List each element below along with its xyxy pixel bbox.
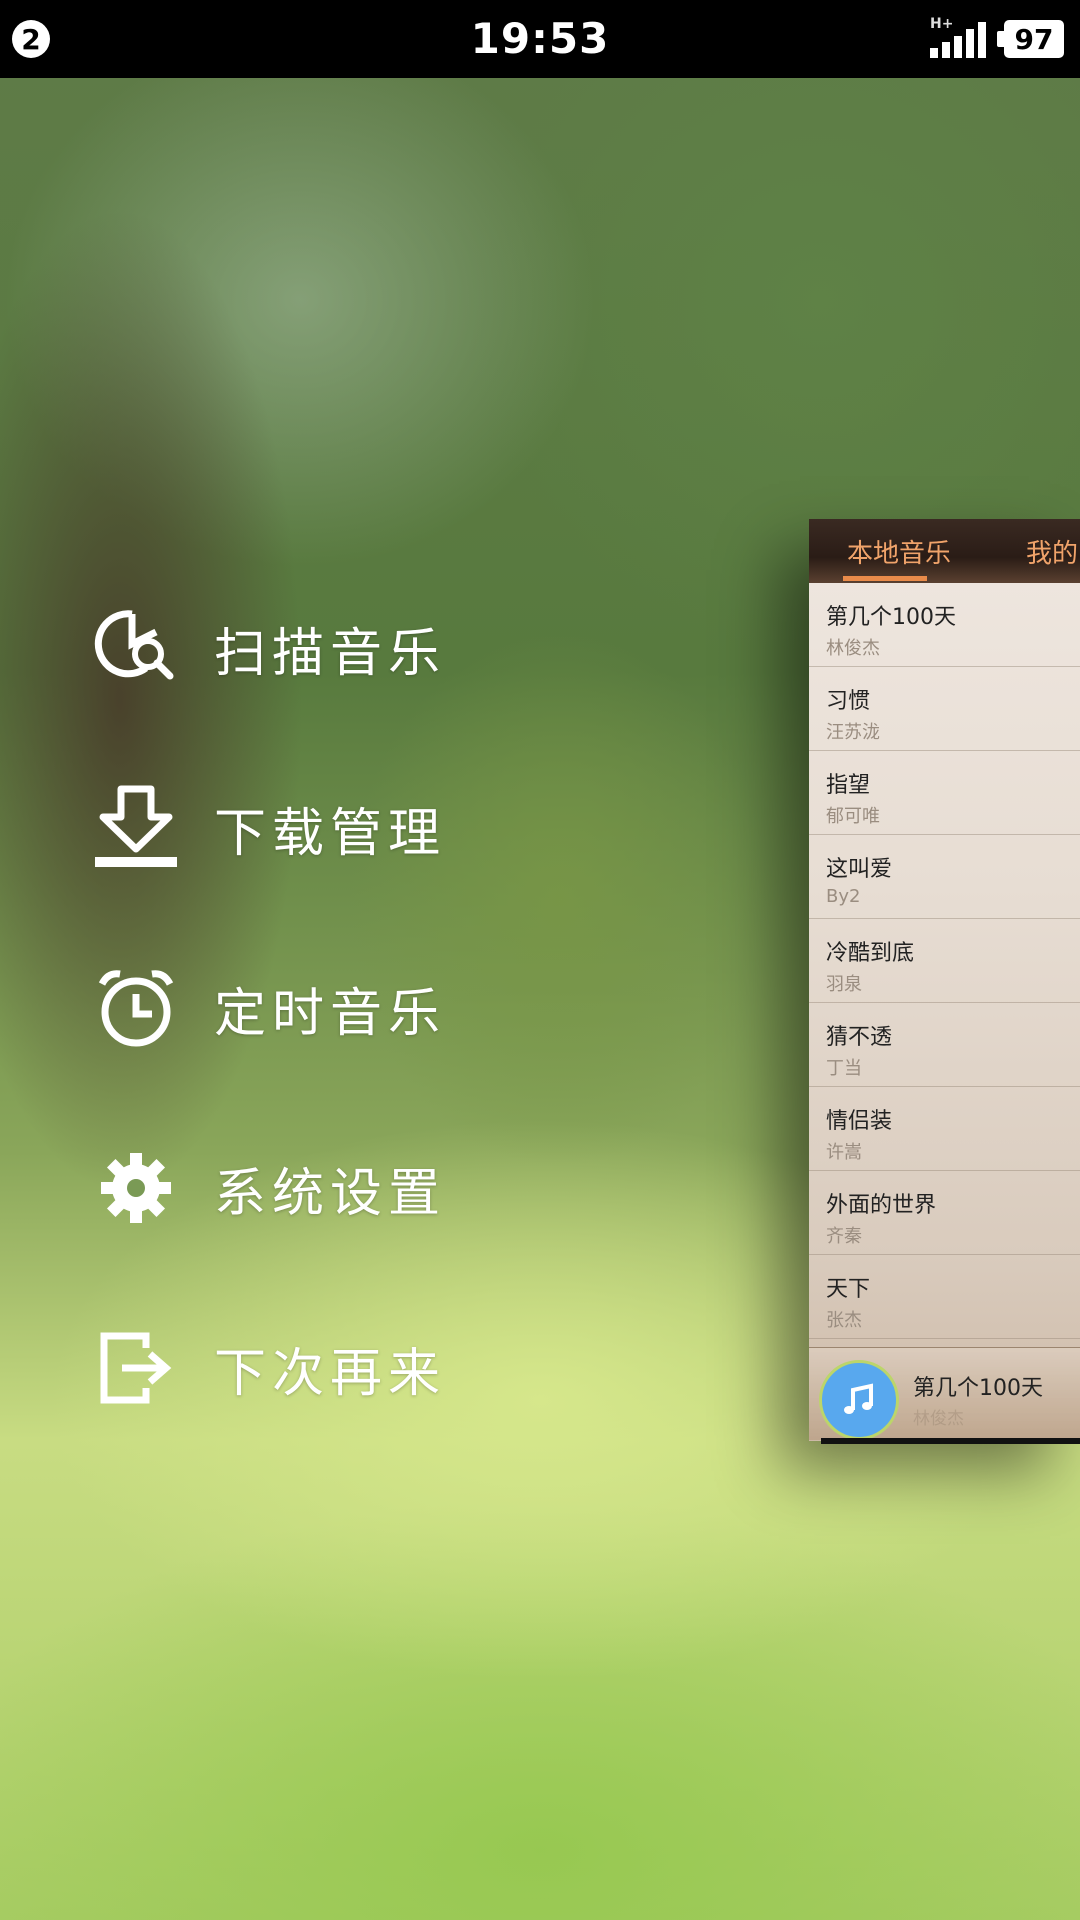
menu-item-exit[interactable]: 下次再来 [88, 1318, 548, 1418]
menu-item-scan-music[interactable]: 扫描音乐 [88, 598, 548, 698]
list-item[interactable]: 猜不透 丁当 [809, 1003, 1080, 1087]
music-note-icon [844, 1383, 873, 1414]
menu-item-label: 扫描音乐 [214, 623, 447, 684]
song-artist: 丁当 [826, 1058, 862, 1079]
song-title: 这叫爱 [826, 857, 893, 882]
song-title: 第几个100天 [826, 605, 956, 630]
gear-icon [88, 1140, 184, 1236]
song-title: 冷酷到底 [826, 941, 915, 966]
main-content-panel[interactable]: 本地音乐 我的 第几个100天 林俊杰 习惯 汪苏泷 指望 郁可唯 这叫爱 By… [809, 519, 1080, 1441]
menu-item-label: 下次再来 [214, 1343, 447, 1404]
now-playing-disc[interactable] [819, 1360, 899, 1440]
menu-item-timer-music[interactable]: 定时音乐 [88, 958, 548, 1058]
song-artist: 汪苏泷 [826, 722, 880, 743]
menu-item-label: 系统设置 [214, 1163, 447, 1224]
song-title: 外面的世界 [826, 1193, 937, 1218]
tab-local-music[interactable]: 本地音乐 [847, 533, 951, 570]
list-item[interactable]: 这叫爱 By2 [809, 835, 1080, 919]
exit-icon [88, 1320, 184, 1416]
song-list: 第几个100天 林俊杰 习惯 汪苏泷 指望 郁可唯 这叫爱 By2 冷酷到底 羽… [809, 583, 1080, 1339]
song-title: 习惯 [826, 689, 871, 714]
song-artist: 林俊杰 [826, 638, 880, 659]
menu-item-label: 定时音乐 [214, 983, 447, 1044]
song-artist: 齐秦 [826, 1226, 862, 1247]
tab-bar: 本地音乐 我的 [809, 519, 1080, 583]
active-tab-indicator [843, 576, 927, 581]
menu-item-download-manager[interactable]: 下载管理 [88, 778, 548, 878]
list-item[interactable]: 天下 张杰 [809, 1255, 1080, 1339]
song-title: 指望 [826, 773, 871, 798]
now-playing-title: 第几个100天 [913, 1376, 1043, 1401]
list-item[interactable]: 第几个100天 林俊杰 [809, 583, 1080, 667]
panel-bottom-edge [821, 1438, 1080, 1444]
now-playing-bar[interactable]: 第几个100天 林俊杰 [809, 1347, 1080, 1440]
song-artist: 许嵩 [826, 1142, 862, 1163]
download-icon [88, 780, 184, 876]
tab-my-music[interactable]: 我的 [1026, 533, 1078, 570]
status-bar: 2 19:53 H+ 97 [0, 0, 1080, 78]
song-title: 猜不透 [826, 1025, 893, 1050]
list-item[interactable]: 外面的世界 齐秦 [809, 1171, 1080, 1255]
song-artist: By2 [826, 886, 861, 907]
list-item[interactable]: 习惯 汪苏泷 [809, 667, 1080, 751]
now-playing-artist: 林俊杰 [913, 1409, 964, 1429]
scan-music-icon [88, 600, 184, 696]
list-item[interactable]: 指望 郁可唯 [809, 751, 1080, 835]
song-title: 天下 [826, 1277, 871, 1302]
status-clock: 19:53 [470, 14, 610, 63]
battery-icon: 97 [997, 20, 1064, 58]
song-artist: 郁可唯 [826, 806, 880, 827]
song-artist: 羽泉 [826, 974, 862, 995]
menu-item-label: 下载管理 [214, 803, 447, 864]
song-artist: 张杰 [826, 1310, 862, 1331]
network-type-label: H+ [930, 16, 954, 32]
menu-item-system-settings[interactable]: 系统设置 [88, 1138, 548, 1238]
list-item[interactable]: 冷酷到底 羽泉 [809, 919, 1080, 1003]
alarm-clock-icon [88, 960, 184, 1056]
signal-strength-icon: H+ [930, 16, 990, 58]
battery-level: 97 [1014, 22, 1054, 56]
list-item[interactable]: 情侣装 许嵩 [809, 1087, 1080, 1171]
song-title: 情侣装 [826, 1109, 893, 1134]
